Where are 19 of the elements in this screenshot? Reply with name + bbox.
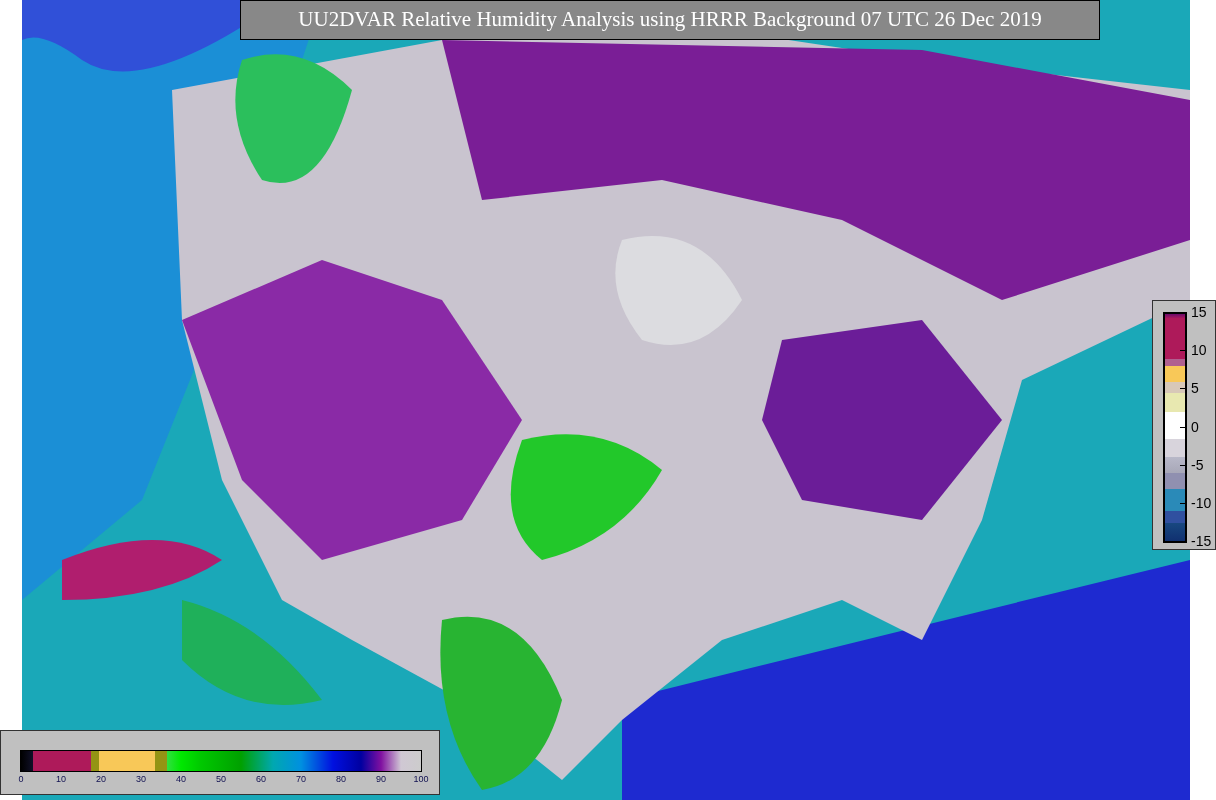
tick-label: 40 <box>176 774 186 785</box>
tick-label: 80 <box>336 774 346 785</box>
tick-label: -15 <box>1191 533 1212 549</box>
tick-label: 10 <box>56 774 66 785</box>
tick-label: 20 <box>96 774 106 785</box>
tick-label: 100 <box>413 774 429 785</box>
tick-label: 5 <box>1191 380 1199 397</box>
tick-label: -5 <box>1191 456 1204 473</box>
tick-label: 60 <box>256 774 266 785</box>
tick-label: 70 <box>296 774 306 785</box>
map-title: UU2DVAR Relative Humidity Analysis using HRRR Background 07 UTC 26 Dec 2019 <box>240 0 1100 40</box>
tick-label: -10 <box>1191 494 1212 511</box>
tick-label: 15 <box>1191 304 1207 320</box>
tick-label: 90 <box>376 774 386 785</box>
tick-label: 30 <box>136 774 146 785</box>
tick-label: 50 <box>216 774 226 785</box>
tick-label: 10 <box>1191 342 1207 359</box>
tick-label: 0 <box>18 774 24 785</box>
tick-label: 0 <box>1191 418 1199 435</box>
